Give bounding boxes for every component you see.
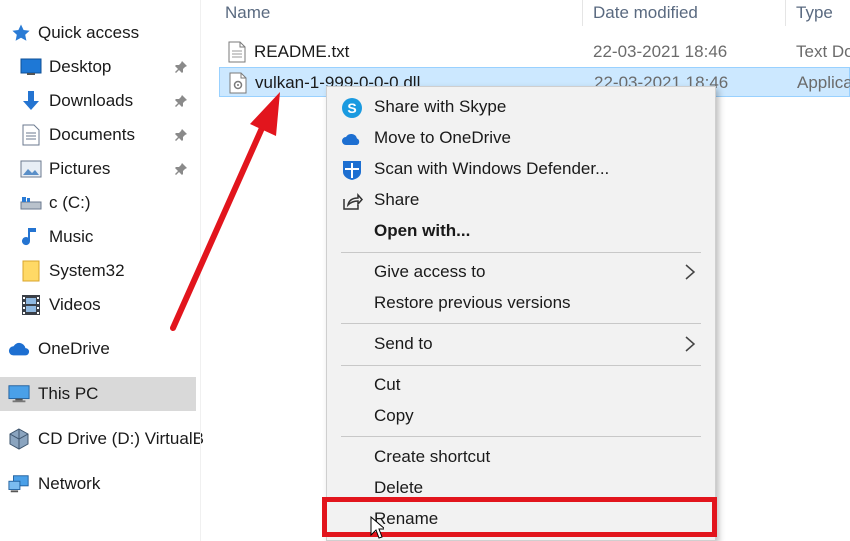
annotation-arrow bbox=[170, 92, 280, 331]
